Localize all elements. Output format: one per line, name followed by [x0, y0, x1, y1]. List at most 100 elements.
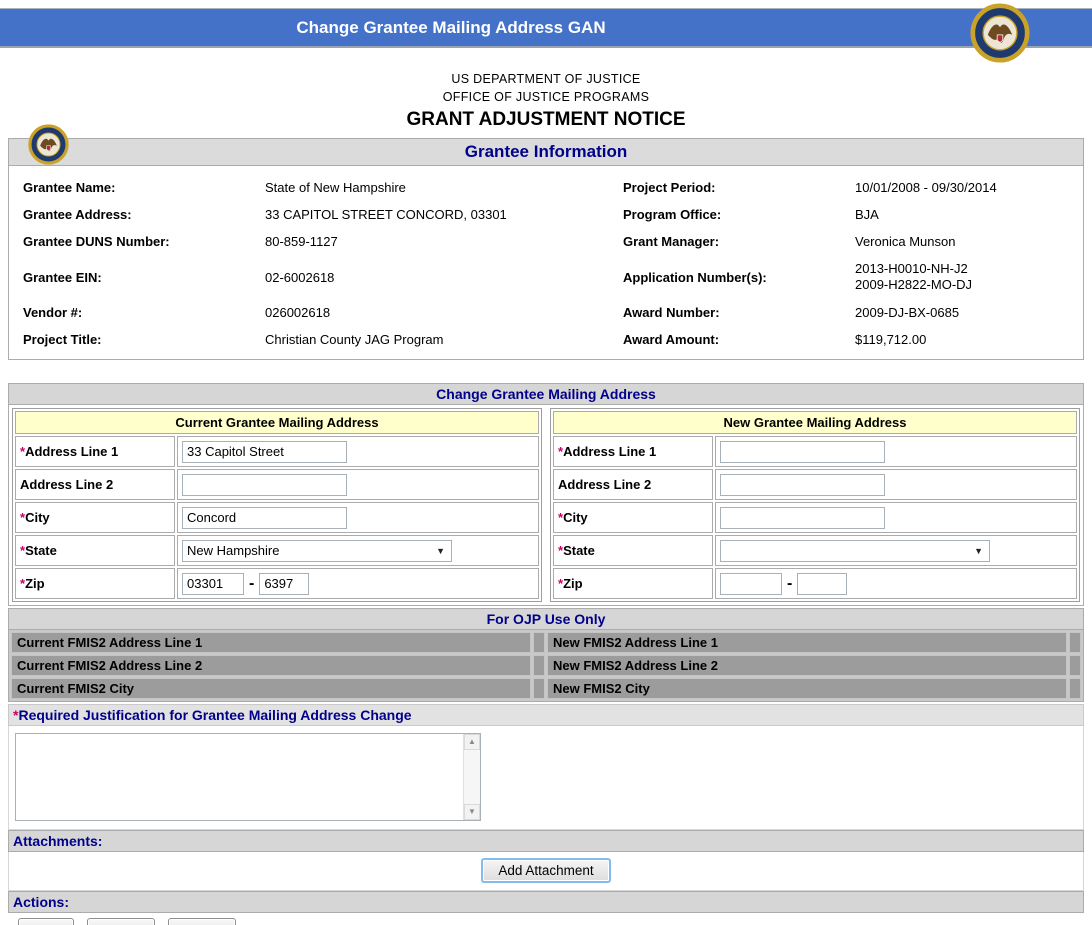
- current-city-input[interactable]: [182, 507, 347, 529]
- current-state-select-value: New Hampshire: [187, 543, 436, 558]
- mailing-address-section-header: Change Grantee Mailing Address: [8, 383, 1084, 405]
- grantee-information-header: Grantee Information: [8, 138, 1084, 166]
- title-bar: Change Grantee Mailing Address GAN: [0, 8, 1092, 48]
- attachments-body: Add Attachment: [8, 852, 1084, 891]
- current-fmis2-address1-label: Current FMIS2 Address Line 1: [11, 632, 531, 653]
- attachments-section: Attachments: Add Attachment: [8, 830, 1084, 891]
- vendor-number-value: 026002618: [265, 305, 623, 320]
- vendor-number-label: Vendor #:: [23, 305, 265, 320]
- actions-body: Save Submit Cancel: [8, 913, 1084, 925]
- info-row-duns: Grantee DUNS Number: 80-859-1127 Grant M…: [9, 228, 1083, 255]
- new-state-row: *State ▼: [553, 535, 1077, 566]
- current-address1-label-text: Address Line 1: [25, 444, 118, 459]
- actions-section: Actions: Save Submit Cancel: [8, 891, 1084, 925]
- fmis-spacer-cell: [1069, 655, 1081, 676]
- zip-separator: -: [787, 575, 792, 592]
- fmis-row-3: Current FMIS2 City New FMIS2 City: [11, 678, 1081, 699]
- project-period-value: 10/01/2008 - 09/30/2014: [855, 180, 1083, 195]
- mailing-address-panels: Current Grantee Mailing Address *Address…: [8, 405, 1084, 606]
- new-address2-row: Address Line 2: [553, 469, 1077, 500]
- info-row-grantee-name: Grantee Name: State of New Hampshire Pro…: [9, 174, 1083, 201]
- scroll-up-icon[interactable]: ▲: [464, 734, 480, 750]
- new-address1-input[interactable]: [720, 441, 885, 463]
- new-address-panel: New Grantee Mailing Address *Address Lin…: [550, 408, 1080, 602]
- chevron-down-icon: ▼: [436, 546, 447, 556]
- grantee-information-body: Grantee Name: State of New Hampshire Pro…: [8, 166, 1084, 360]
- award-amount-label: Award Amount:: [623, 332, 855, 347]
- current-zip-label: *Zip: [15, 568, 175, 599]
- new-city-row: *City: [553, 502, 1077, 533]
- fmis-row-1: Current FMIS2 Address Line 1 New FMIS2 A…: [11, 632, 1081, 653]
- new-zip5-input[interactable]: [720, 573, 782, 595]
- justification-label-text: Required Justification for Grantee Maili…: [18, 707, 411, 723]
- current-address1-row: *Address Line 1: [15, 436, 539, 467]
- new-address2-label: Address Line 2: [553, 469, 713, 500]
- grant-manager-label: Grant Manager:: [623, 234, 855, 249]
- add-attachment-button[interactable]: Add Attachment: [481, 858, 610, 883]
- current-zip4-input[interactable]: [259, 573, 309, 595]
- textarea-scrollbar[interactable]: ▲ ▼: [463, 734, 480, 820]
- grantee-information-section: Grantee Information Grantee Name: State …: [8, 138, 1084, 360]
- application-number-2: 2009-H2822-MO-DJ: [855, 277, 1083, 293]
- grantee-duns-value: 80-859-1127: [265, 234, 623, 249]
- current-address-panel-header: Current Grantee Mailing Address: [15, 411, 539, 434]
- mailing-address-section: Change Grantee Mailing Address Current G…: [8, 383, 1084, 606]
- actions-header: Actions:: [8, 891, 1084, 913]
- new-fmis2-address2-label: New FMIS2 Address Line 2: [547, 655, 1067, 676]
- attachments-header: Attachments:: [8, 830, 1084, 852]
- current-city-label-text: City: [25, 510, 50, 525]
- scroll-down-icon[interactable]: ▼: [464, 804, 480, 820]
- justification-textarea[interactable]: ▲ ▼: [15, 733, 481, 821]
- grantee-name-label: Grantee Name:: [23, 180, 265, 195]
- new-address2-input[interactable]: [720, 474, 885, 496]
- cancel-button[interactable]: Cancel: [168, 918, 236, 925]
- office-line: OFFICE OF JUSTICE PROGRAMS: [0, 88, 1092, 106]
- current-state-row: *State New Hampshire ▼: [15, 535, 539, 566]
- new-zip-row: *Zip -: [553, 568, 1077, 599]
- award-number-label: Award Number:: [623, 305, 855, 320]
- new-address1-row: *Address Line 1: [553, 436, 1077, 467]
- new-city-label: *City: [553, 502, 713, 533]
- grantee-ein-value: 02-6002618: [265, 270, 623, 285]
- current-state-select[interactable]: New Hampshire ▼: [182, 540, 452, 562]
- new-zip-label-text: Zip: [563, 576, 583, 591]
- justification-input-row: ▲ ▼: [8, 726, 1084, 830]
- project-title-value: Christian County JAG Program: [265, 332, 623, 347]
- info-row-project-title: Project Title: Christian County JAG Prog…: [9, 326, 1083, 353]
- new-state-select[interactable]: ▼: [720, 540, 990, 562]
- info-row-ein: Grantee EIN: 02-6002618 Application Numb…: [9, 255, 1083, 299]
- fmis-grid: Current FMIS2 Address Line 1 New FMIS2 A…: [8, 630, 1084, 702]
- page-title: Change Grantee Mailing Address GAN: [0, 18, 1092, 38]
- grantee-ein-label: Grantee EIN:: [23, 270, 265, 285]
- new-zip4-input[interactable]: [797, 573, 847, 595]
- current-address2-label-text: Address Line 2: [20, 477, 113, 492]
- current-address2-input[interactable]: [182, 474, 347, 496]
- application-numbers-value: 2013-H0010-NH-J2 2009-H2822-MO-DJ: [855, 261, 1083, 293]
- chevron-down-icon: ▼: [974, 546, 985, 556]
- current-address2-label: Address Line 2: [15, 469, 175, 500]
- new-address1-label-text: Address Line 1: [563, 444, 656, 459]
- fmis-spacer-cell: [533, 655, 545, 676]
- current-state-label-text: State: [25, 543, 57, 558]
- new-city-input[interactable]: [720, 507, 885, 529]
- current-address1-input[interactable]: [182, 441, 347, 463]
- zip-separator: -: [249, 575, 254, 592]
- fmis-row-2: Current FMIS2 Address Line 2 New FMIS2 A…: [11, 655, 1081, 676]
- submit-button[interactable]: Submit: [87, 918, 155, 925]
- save-button[interactable]: Save: [18, 918, 74, 925]
- current-fmis2-address2-label: Current FMIS2 Address Line 2: [11, 655, 531, 676]
- info-row-grantee-address: Grantee Address: 33 CAPITOL STREET CONCO…: [9, 201, 1083, 228]
- program-office-label: Program Office:: [623, 207, 855, 222]
- gan-title: GRANT ADJUSTMENT NOTICE: [0, 108, 1092, 132]
- current-fmis2-city-label: Current FMIS2 City: [11, 678, 531, 699]
- current-city-row: *City: [15, 502, 539, 533]
- current-city-label: *City: [15, 502, 175, 533]
- title-bar-background: Change Grantee Mailing Address GAN: [0, 8, 1092, 48]
- ojp-use-only-header: For OJP Use Only: [8, 608, 1084, 630]
- new-address1-label: *Address Line 1: [553, 436, 713, 467]
- grantee-address-value: 33 CAPITOL STREET CONCORD, 03301: [265, 207, 623, 222]
- justification-textarea-text[interactable]: [16, 734, 463, 820]
- current-zip5-input[interactable]: [182, 573, 244, 595]
- project-period-label: Project Period:: [623, 180, 855, 195]
- current-zip-row: *Zip -: [15, 568, 539, 599]
